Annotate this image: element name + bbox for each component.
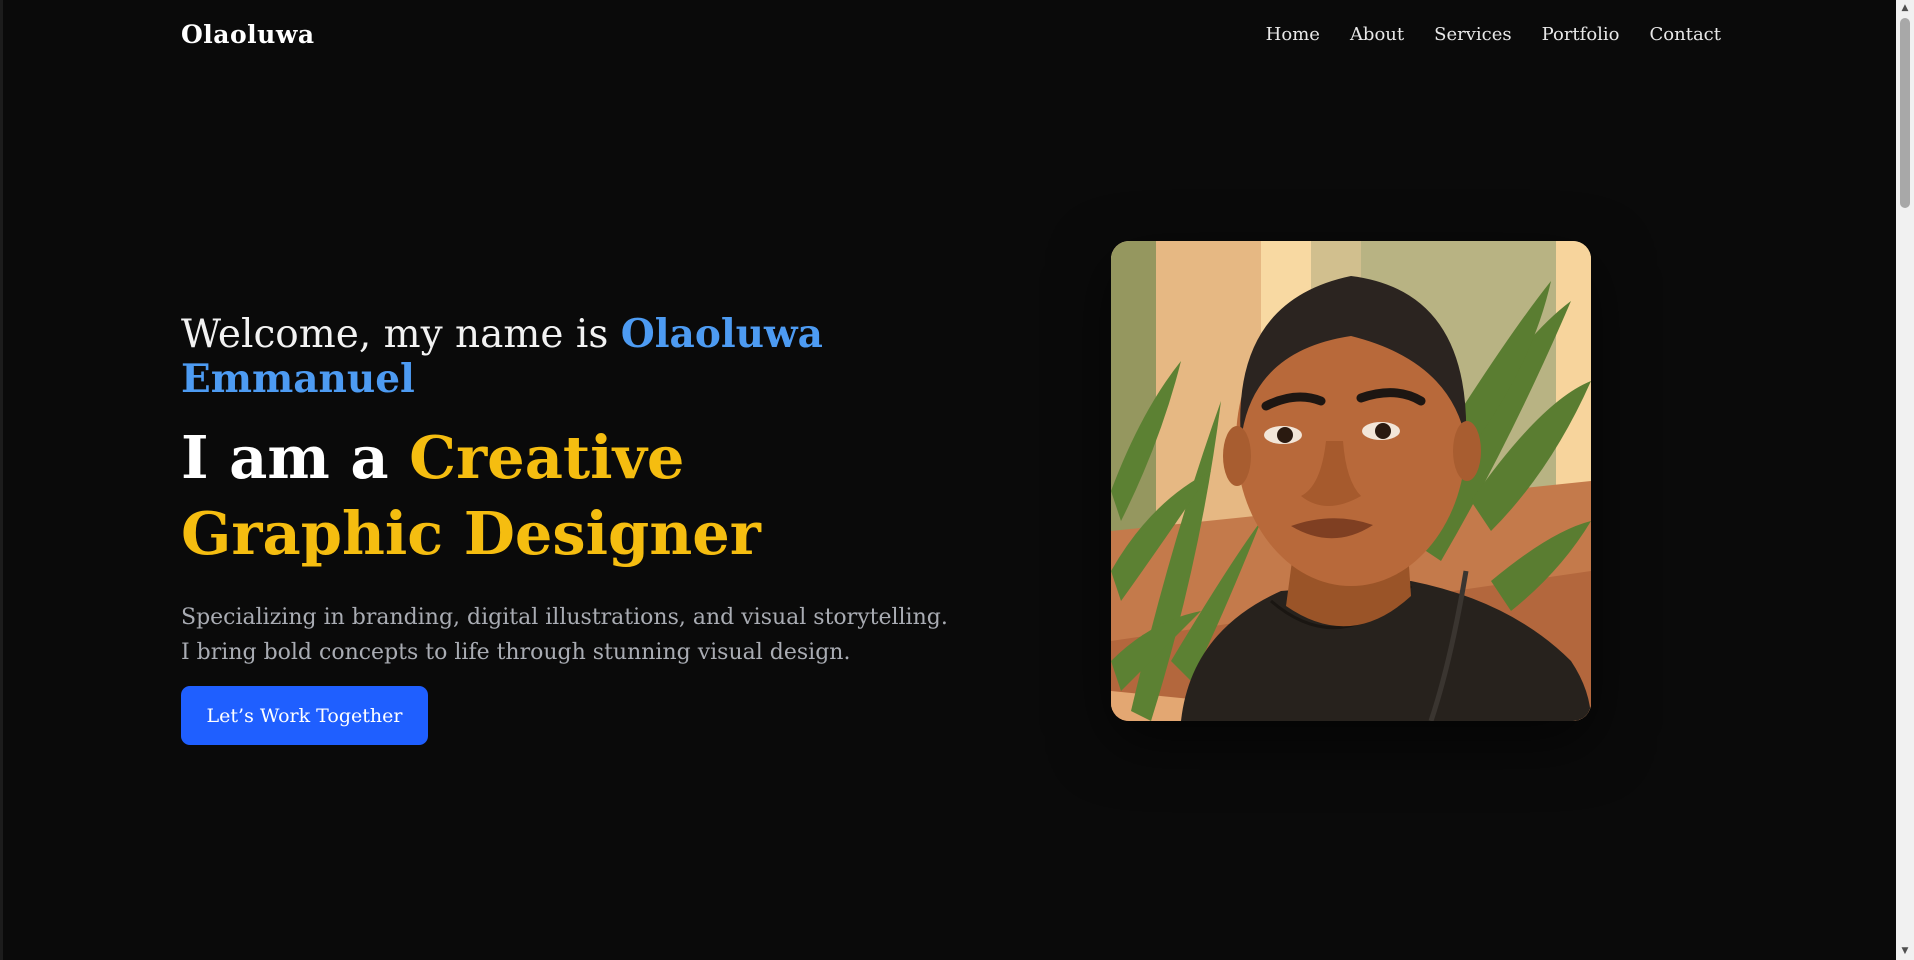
- nav-menu: Home About Services Portfolio Contact: [1266, 24, 1721, 45]
- scroll-up-arrow-icon[interactable]: ▲: [1896, 0, 1914, 17]
- nav-link-services[interactable]: Services: [1434, 24, 1511, 45]
- work-together-button[interactable]: Let’s Work Together: [181, 686, 428, 745]
- portrait-image: [1111, 241, 1591, 721]
- scrollbar-thumb[interactable]: [1900, 18, 1910, 208]
- hero-description: Specializing in branding, digital illust…: [181, 600, 961, 670]
- brand-logo[interactable]: Olaoluwa: [181, 20, 315, 49]
- nav-link-portfolio[interactable]: Portfolio: [1542, 24, 1620, 45]
- welcome-prefix: Welcome, my name is: [181, 312, 621, 357]
- description-line-2: I bring bold concepts to life through st…: [181, 640, 851, 665]
- portrait-illustration: [1111, 241, 1591, 721]
- nav-link-about[interactable]: About: [1350, 24, 1404, 45]
- headline-prefix: I am a: [181, 423, 410, 492]
- description-line-1: Specializing in branding, digital illust…: [181, 605, 948, 630]
- scroll-down-arrow-icon[interactable]: ▼: [1896, 943, 1914, 960]
- page-edge: [0, 0, 3, 960]
- welcome-heading: Welcome, my name is Olaoluwa Emmanuel: [181, 312, 961, 402]
- hero-headline: I am a Creative Graphic Designer: [181, 420, 961, 572]
- nav-link-contact[interactable]: Contact: [1650, 24, 1721, 45]
- nav-link-home[interactable]: Home: [1266, 24, 1320, 45]
- navbar: Olaoluwa Home About Services Portfolio C…: [0, 0, 1896, 72]
- scrollbar[interactable]: ▲ ▼: [1896, 0, 1914, 960]
- hero-intro: Welcome, my name is Olaoluwa Emmanuel I …: [181, 312, 961, 670]
